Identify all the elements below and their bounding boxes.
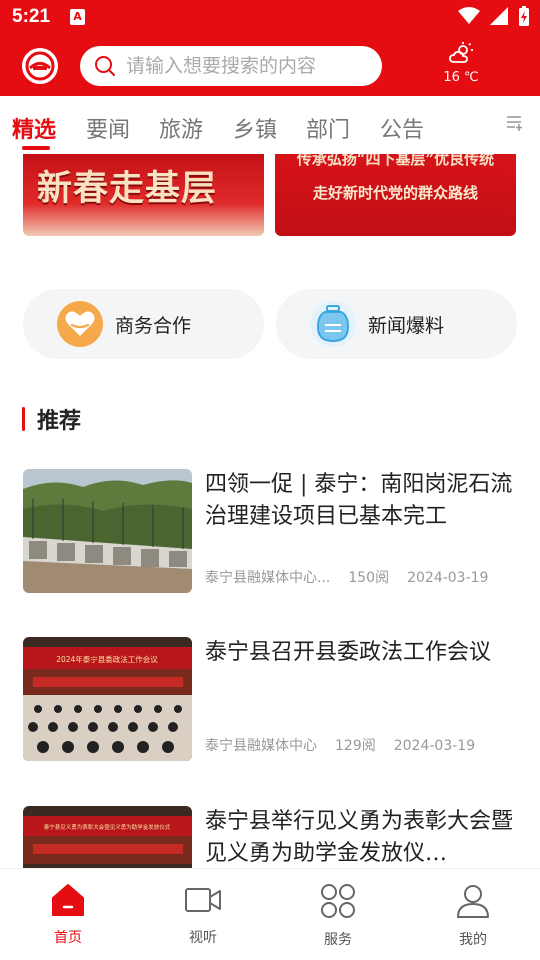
- banner-right-line1: 传承弘扬“四下基层”优良传统: [296, 154, 495, 168]
- news-meta: 泰宁县融媒体中心 129阅 2024-03-19: [205, 735, 493, 755]
- app-header: 5:21 A 16 ℃: [0, 0, 540, 96]
- news-item[interactable]: 2024年泰宁县委政法工作会议 泰宁县召开县委政法工作会议 泰宁县融媒体中心 12…: [23, 637, 517, 761]
- banner-right-line2: 走好新时代党的群众路线: [312, 184, 478, 202]
- nav-profile[interactable]: 我的: [433, 883, 513, 949]
- news-thumbnail-landslide-project: [23, 469, 192, 593]
- news-date: 2024-03-19: [407, 570, 489, 586]
- nav-label: 服务: [324, 932, 352, 948]
- bottom-navigation: 首页 视听 服务 我的: [0, 868, 540, 960]
- signal-icon: [490, 7, 508, 25]
- news-meta: 泰宁县融媒体中心... 150阅 2024-03-19: [205, 567, 506, 587]
- app-notification-icon: A: [70, 9, 85, 25]
- news-thumbnail-political-meeting: 2024年泰宁县委政法工作会议: [23, 637, 192, 761]
- grid-circles-icon: [321, 884, 355, 918]
- nav-home[interactable]: 首页: [28, 883, 108, 947]
- active-tab-indicator: [22, 146, 50, 150]
- app-logo[interactable]: [22, 48, 58, 84]
- tab-departments[interactable]: 部门: [306, 112, 350, 144]
- section-recommended: 推荐: [22, 404, 81, 434]
- search-input[interactable]: [126, 55, 376, 77]
- section-title: 推荐: [37, 408, 82, 434]
- thumb-banner-text: 2024年泰宁县委政法工作会议: [56, 654, 158, 664]
- news-headline[interactable]: 四领一促 | 泰宁：南阳岗泥石流治理建设项目已基本完工: [205, 469, 517, 533]
- service-business-cooperation[interactable]: 商务合作: [23, 289, 264, 359]
- service-news-tip[interactable]: 新闻爆料: [276, 289, 517, 359]
- news-tip-icon: [310, 301, 356, 347]
- banner-party-line[interactable]: 传承弘扬“四下基层”优良传统 走好新时代党的群众路线: [275, 154, 516, 236]
- nav-label: 视听: [189, 930, 217, 946]
- news-source: 泰宁县融媒体中心...: [205, 570, 331, 586]
- tab-featured[interactable]: 精选: [12, 112, 56, 144]
- service-label: 新闻爆料: [368, 314, 445, 337]
- handshake-heart-icon: [57, 301, 103, 347]
- status-bar: 5:21 A: [0, 0, 540, 36]
- banner-left-title: 新春走基层: [37, 168, 218, 209]
- nav-label: 我的: [459, 932, 487, 948]
- news-headline[interactable]: 泰宁县召开县委政法工作会议: [205, 637, 517, 669]
- nav-label: 首页: [54, 930, 82, 946]
- user-icon: [457, 885, 489, 918]
- cloud-sun-icon: [449, 42, 473, 63]
- thumb-banner-text: 泰宁县见义勇为表彰大会暨见义勇为助学金发放仪式: [44, 823, 171, 831]
- battery-icon: [519, 6, 529, 26]
- channel-menu-icon[interactable]: [506, 114, 524, 132]
- wifi-icon: [458, 7, 480, 24]
- news-item[interactable]: 四领一促 | 泰宁：南阳岗泥石流治理建设项目已基本完工 泰宁县融媒体中心... 1…: [23, 469, 517, 593]
- home-icon: [52, 884, 84, 916]
- search-icon: [95, 56, 115, 76]
- tab-towns[interactable]: 乡镇: [233, 112, 277, 144]
- tab-announcements[interactable]: 公告: [380, 112, 424, 144]
- banner-new-spring[interactable]: 新春走基层: [23, 154, 264, 236]
- weather-widget[interactable]: 16 ℃: [436, 42, 486, 88]
- nav-video[interactable]: 视听: [163, 883, 243, 947]
- search-bar[interactable]: [80, 46, 382, 86]
- section-accent-bar: [22, 407, 25, 431]
- channel-tabs: 精选 要闻 旅游 乡镇 部门 公告: [0, 96, 540, 154]
- nav-services[interactable]: 服务: [298, 883, 378, 949]
- status-time: 5:21: [12, 6, 51, 27]
- news-views: 150阅: [348, 570, 390, 586]
- tab-headlines[interactable]: 要闻: [86, 112, 130, 144]
- service-label: 商务合作: [115, 314, 192, 337]
- news-headline[interactable]: 泰宁县举行见义勇为表彰大会暨见义勇为助学金发放仪…: [205, 806, 517, 870]
- video-camera-icon: [185, 888, 221, 912]
- news-source: 泰宁县融媒体中心: [205, 738, 317, 754]
- tab-tourism[interactable]: 旅游: [159, 112, 203, 144]
- news-views: 129阅: [335, 738, 376, 754]
- weather-temperature: 16 ℃: [443, 70, 479, 85]
- logo-emblem-icon: [25, 51, 55, 81]
- news-date: 2024-03-19: [393, 738, 476, 754]
- status-icons: [458, 6, 530, 26]
